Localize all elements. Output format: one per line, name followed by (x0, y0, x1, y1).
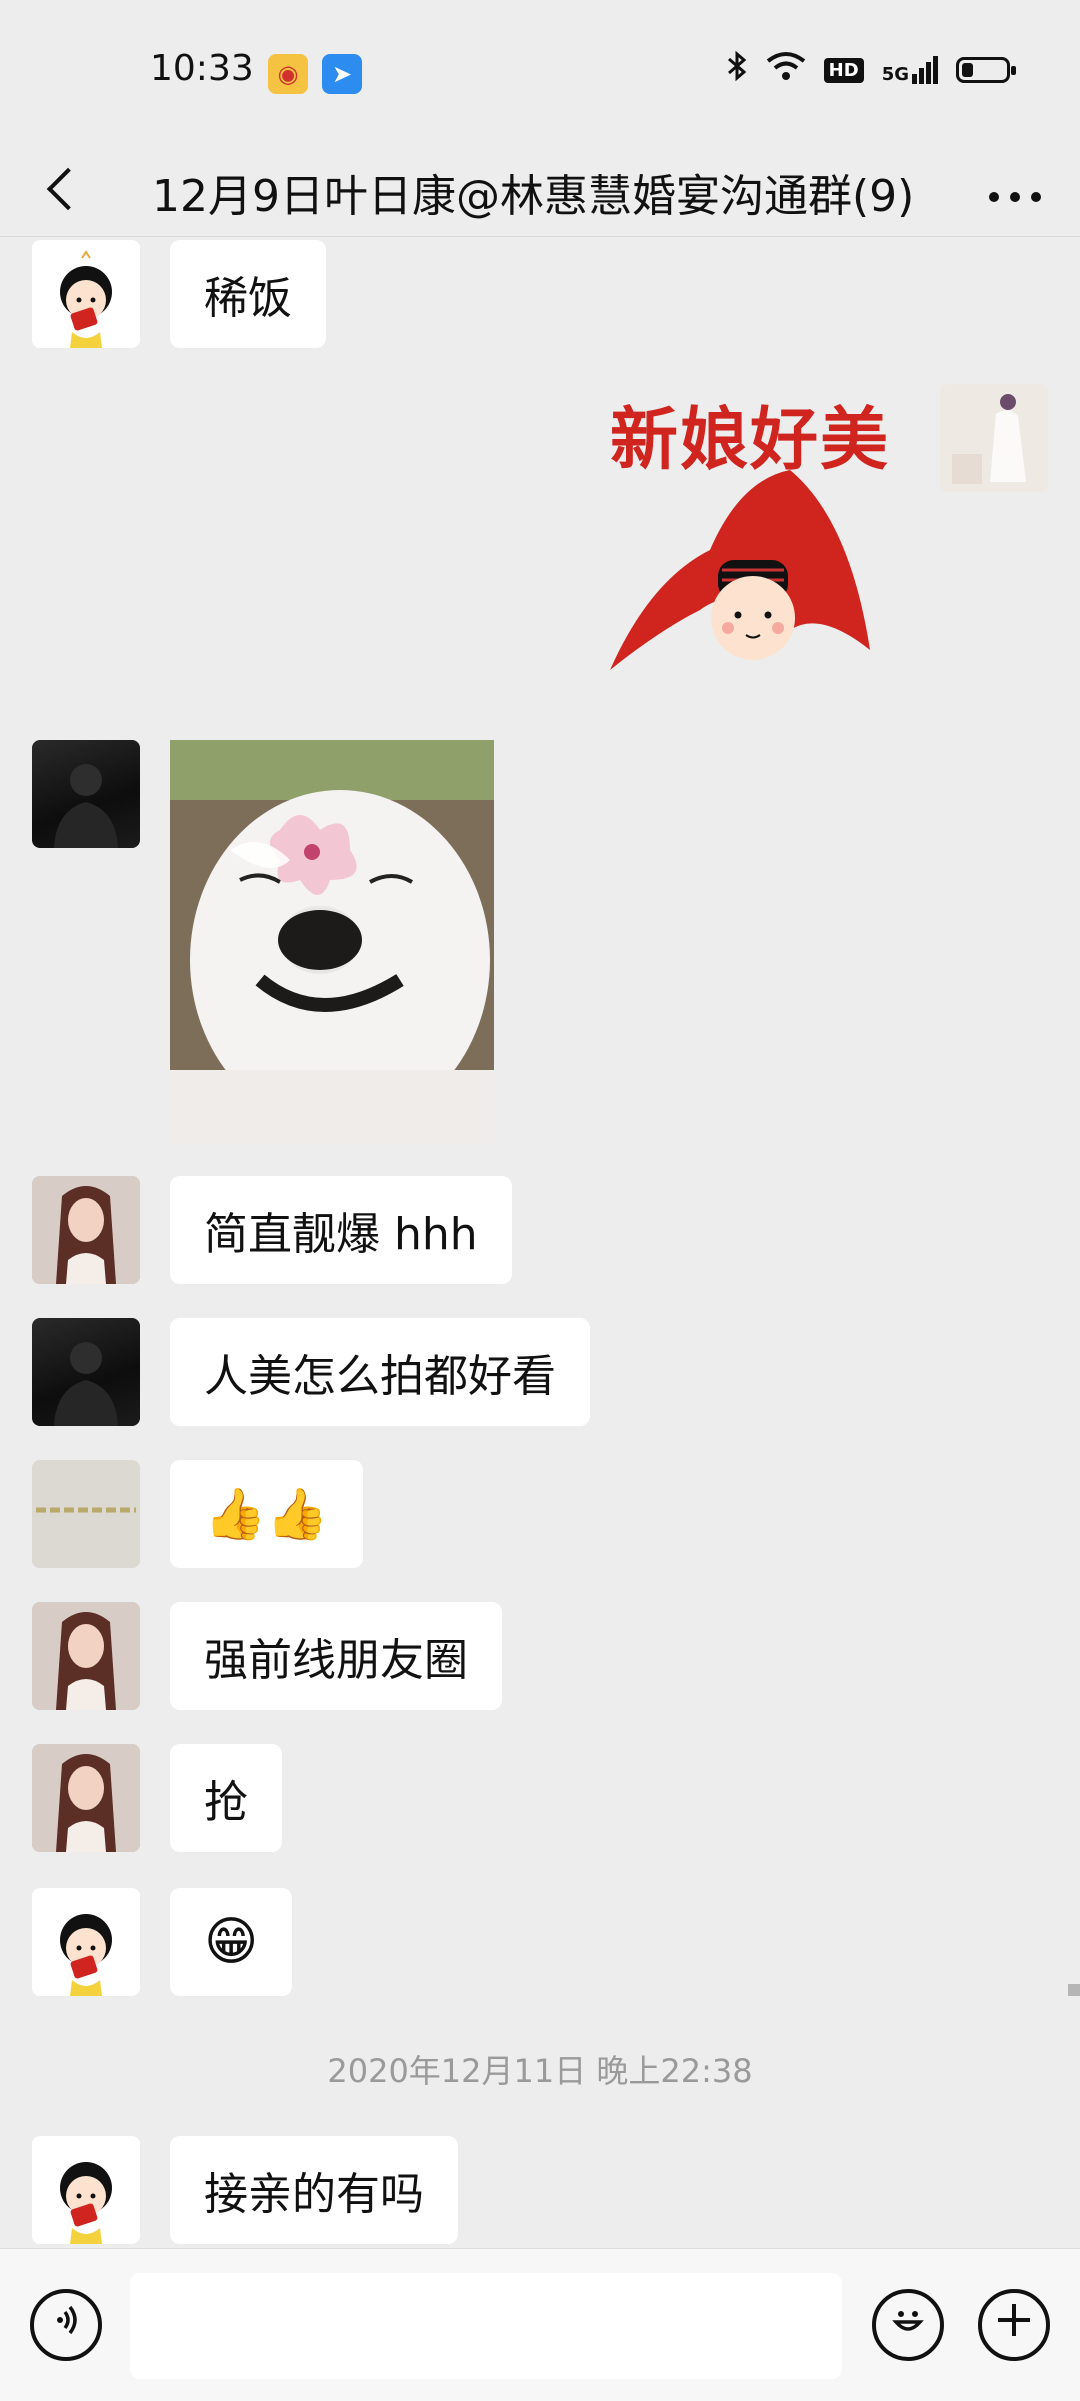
wifi-icon (766, 51, 806, 89)
message-bubble[interactable]: 强前线朋友圈 (170, 1602, 502, 1710)
voice-icon (48, 2302, 84, 2348)
time-divider: 2020年12月11日 晚上22:38 (327, 2052, 753, 2090)
message-app-icon: ➤ (322, 54, 362, 94)
plus-button[interactable] (978, 2289, 1050, 2361)
avatar-woman[interactable] (32, 1602, 140, 1710)
message-bubble[interactable]: 抢 (170, 1744, 282, 1852)
avatar-dark-man[interactable] (32, 740, 140, 848)
more-dots-icon (988, 164, 1042, 213)
avatar-self[interactable] (940, 384, 1048, 492)
plus-icon (994, 2300, 1034, 2350)
message-bubble[interactable]: 接亲的有吗 (170, 2136, 458, 2244)
bluetooth-icon (726, 50, 748, 90)
message-bubble[interactable]: 😁 (170, 1888, 293, 1996)
bride-veil-sticker-icon (610, 470, 870, 670)
avatar-cartoon-girl[interactable] (32, 1888, 140, 1996)
message-text: 抢 (204, 1777, 248, 1828)
signal-5g-icon: 5G (882, 56, 938, 84)
thumbs-up-emoji-icon: 👍👍 (204, 1484, 329, 1543)
battery-icon (956, 57, 1016, 83)
avatar-dark-man[interactable] (32, 1318, 140, 1426)
avatar-brand[interactable] (32, 1460, 140, 1568)
message-text: 强前线朋友圈 (204, 1635, 468, 1686)
emoji-button[interactable] (872, 2289, 944, 2361)
status-bar: 10:33 ◉ ➤ HD 5G (0, 0, 1080, 140)
chat-title: 12月9日叶日康@林惠慧婚宴沟通群(9) (152, 171, 915, 222)
grin-emoji-icon: 😁 (204, 1912, 259, 1972)
sticker-message[interactable]: 新娘好美 (590, 384, 910, 704)
hd-icon: HD (823, 57, 864, 83)
dog-flower-photo (170, 740, 494, 1144)
chat-header: 12月9日叶日康@林惠慧婚宴沟通群(9) (0, 140, 1080, 237)
status-time: 10:33 (150, 48, 254, 89)
avatar-woman[interactable] (32, 1744, 140, 1852)
message-bubble[interactable]: 简直靓爆 hhh (170, 1176, 512, 1284)
message-input[interactable] (130, 2273, 842, 2379)
avatar-cartoon-girl[interactable] (32, 2136, 140, 2244)
message-bubble[interactable]: 稀饭 (170, 240, 326, 348)
status-notification-icons: ◉ ➤ (268, 54, 362, 94)
input-bar (0, 2248, 1080, 2401)
message-bubble[interactable]: 👍👍 (170, 1460, 363, 1568)
emoji-icon (886, 2298, 930, 2352)
message-text: 人美怎么拍都好看 (204, 1351, 556, 1402)
weibo-icon: ◉ (268, 54, 308, 94)
status-system-icons: HD 5G (726, 50, 1016, 90)
image-message[interactable] (170, 740, 494, 1144)
avatar-cartoon-girl[interactable] (32, 240, 140, 348)
message-bubble[interactable]: 人美怎么拍都好看 (170, 1318, 590, 1426)
back-button[interactable] (28, 154, 98, 224)
network-type-label: 5G (881, 64, 909, 85)
more-button[interactable] (980, 158, 1050, 218)
message-text: 简直靓爆 hhh (204, 1209, 478, 1260)
back-chevron-icon (46, 167, 90, 211)
battery-level (962, 63, 973, 77)
message-text: 稀饭 (204, 273, 292, 324)
avatar-woman[interactable] (32, 1176, 140, 1284)
scrollbar-thumb[interactable] (1068, 1984, 1080, 1996)
message-text: 接亲的有吗 (204, 2169, 424, 2220)
voice-button[interactable] (30, 2289, 102, 2361)
